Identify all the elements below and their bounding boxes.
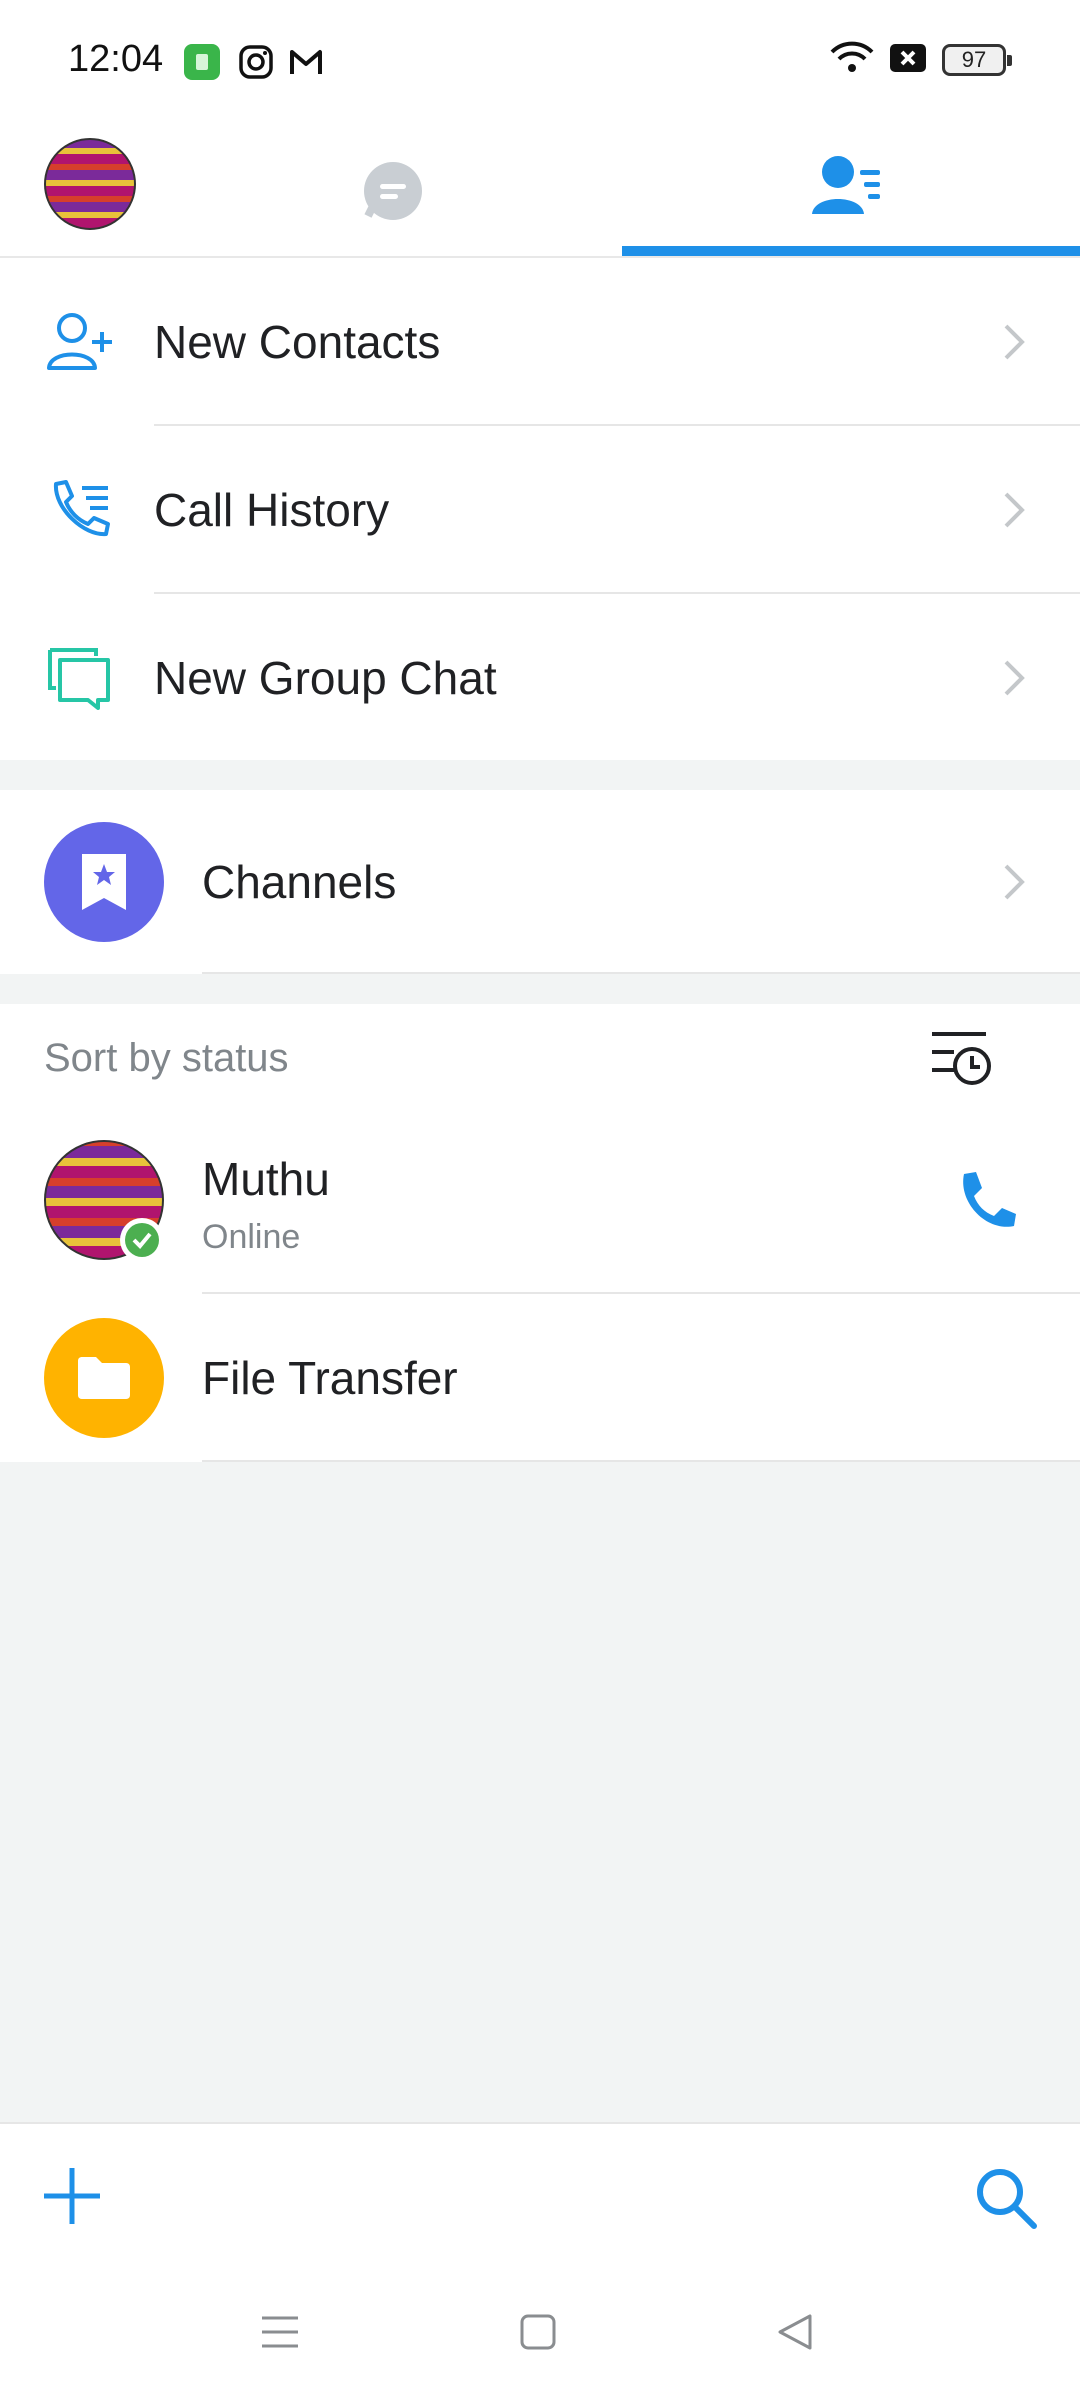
menu-nav-icon[interactable] bbox=[256, 2308, 304, 2356]
android-app-icon bbox=[184, 44, 220, 80]
channels-section: Channels bbox=[0, 790, 1080, 974]
gmail-icon bbox=[288, 44, 324, 80]
add-contact-icon bbox=[44, 306, 116, 378]
check-icon bbox=[132, 1232, 152, 1249]
channels-label: Channels bbox=[202, 856, 397, 908]
file-transfer-item: File Transfer bbox=[0, 1294, 1080, 1462]
search-icon[interactable] bbox=[972, 2164, 1040, 2232]
no-sim-icon bbox=[890, 42, 926, 79]
divider bbox=[202, 1460, 1080, 1462]
active-tab-indicator bbox=[622, 246, 1080, 256]
sort-clock-icon[interactable] bbox=[928, 1028, 994, 1088]
battery-icon: 97 bbox=[942, 44, 1012, 76]
channels-avatar bbox=[44, 822, 164, 942]
contact-name: Muthu bbox=[202, 1153, 330, 1205]
call-history-label: Call History bbox=[154, 484, 390, 536]
contact-row[interactable]: Muthu Online bbox=[0, 1114, 1080, 1294]
online-badge bbox=[120, 1218, 164, 1262]
channels-row[interactable]: Channels bbox=[0, 790, 1080, 974]
sort-by-status-label: Sort by status bbox=[44, 1036, 289, 1080]
chats-tab-icon[interactable] bbox=[362, 160, 424, 222]
add-icon[interactable] bbox=[40, 2164, 104, 2228]
sort-header: Sort by status bbox=[0, 1004, 1080, 1114]
wifi-icon bbox=[830, 40, 874, 81]
phone-call-icon[interactable] bbox=[954, 1170, 1018, 1234]
contacts-tab-icon[interactable] bbox=[810, 152, 886, 222]
status-time: 12:04 bbox=[68, 38, 164, 80]
file-transfer-row[interactable]: File Transfer bbox=[0, 1294, 1080, 1462]
instagram-icon bbox=[238, 44, 274, 80]
profile-avatar[interactable] bbox=[44, 138, 136, 230]
call-history-icon bbox=[44, 474, 116, 546]
chevron-right-icon bbox=[1000, 488, 1028, 532]
system-nav-bar bbox=[0, 2272, 1080, 2400]
contact-status: Online bbox=[202, 1218, 301, 1256]
group-chat-icon bbox=[44, 642, 116, 714]
new-group-chat-label: New Group Chat bbox=[154, 652, 497, 704]
folder-icon bbox=[78, 1357, 130, 1399]
file-transfer-label: File Transfer bbox=[202, 1352, 458, 1404]
home-nav-icon[interactable] bbox=[514, 2308, 562, 2356]
chevron-right-icon bbox=[1000, 656, 1028, 700]
new-contacts-label: New Contacts bbox=[154, 316, 441, 368]
bookmark-star-icon bbox=[82, 854, 126, 910]
new-group-chat-row[interactable]: New Group Chat bbox=[0, 594, 1080, 762]
top-tab-bar bbox=[0, 124, 1080, 258]
bottom-action-bar bbox=[0, 2122, 1080, 2272]
call-history-row[interactable]: Call History bbox=[0, 426, 1080, 594]
file-transfer-avatar bbox=[44, 1318, 164, 1438]
status-bar: 12:04 97 bbox=[0, 0, 1080, 124]
chevron-right-icon bbox=[1000, 320, 1028, 364]
chevron-right-icon bbox=[1000, 860, 1028, 904]
back-nav-icon[interactable] bbox=[772, 2308, 820, 2356]
new-contacts-row[interactable]: New Contacts bbox=[0, 258, 1080, 426]
divider bbox=[202, 972, 1080, 974]
contacts-menu: New Contacts Call History New Group Chat bbox=[0, 258, 1080, 760]
